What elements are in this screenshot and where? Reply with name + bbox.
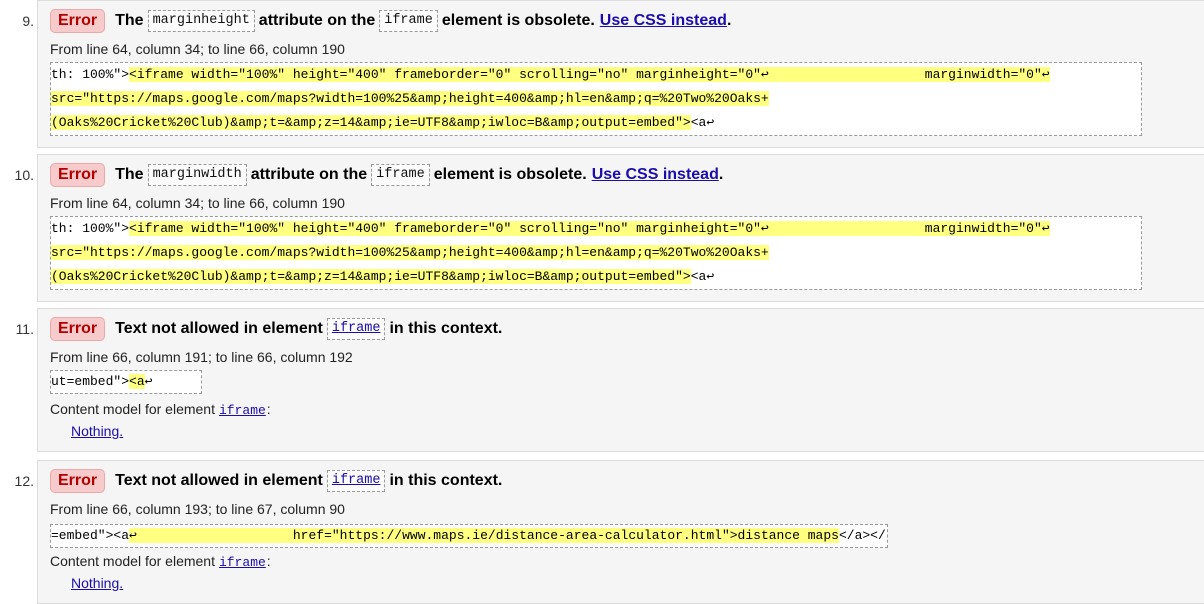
attribute-code: marginheight bbox=[147, 10, 255, 32]
use-css-link[interactable]: Use CSS instead bbox=[592, 163, 719, 187]
error-badge: Error bbox=[50, 9, 106, 33]
code-extract: ut=embed"><a↩ bbox=[50, 370, 202, 394]
error-badge: Error bbox=[50, 469, 106, 493]
error-number: 10. bbox=[14, 167, 34, 183]
error-item: 10. Error The marginwidth attribute on t… bbox=[0, 154, 1204, 302]
code-extract: th: 100%"><iframe width="100%" height="4… bbox=[50, 216, 1142, 290]
error-item: 12. Error Text not allowed in element if… bbox=[0, 460, 1204, 604]
error-message: Error The marginheight attribute on the … bbox=[50, 9, 731, 33]
nothing-link[interactable]: Nothing. bbox=[71, 574, 123, 592]
content-model: Content model for element iframe: bbox=[50, 401, 271, 418]
error-badge: Error bbox=[50, 163, 106, 187]
error-message: Error The marginwidth attribute on the i… bbox=[50, 163, 723, 187]
element-code: iframe bbox=[371, 164, 430, 186]
attribute-code: marginwidth bbox=[147, 164, 247, 186]
iframe-element-link[interactable]: iframe bbox=[326, 318, 386, 340]
error-message: Error Text not allowed in element iframe… bbox=[50, 317, 502, 341]
error-location: From line 66, column 191; to line 66, co… bbox=[50, 349, 353, 365]
iframe-element-link[interactable]: iframe bbox=[218, 403, 267, 418]
iframe-element-link[interactable]: iframe bbox=[326, 470, 386, 492]
error-item: 9. Error The marginheight attribute on t… bbox=[0, 0, 1204, 148]
error-number: 12. bbox=[14, 473, 34, 489]
error-badge: Error bbox=[50, 317, 106, 341]
error-location: From line 64, column 34; to line 66, col… bbox=[50, 195, 345, 211]
error-location: From line 66, column 193; to line 67, co… bbox=[50, 501, 345, 517]
content-model: Content model for element iframe: bbox=[50, 553, 271, 570]
error-number: 9. bbox=[22, 13, 34, 29]
error-item: 11. Error Text not allowed in element if… bbox=[0, 308, 1204, 452]
iframe-element-link[interactable]: iframe bbox=[218, 555, 267, 570]
element-code: iframe bbox=[379, 10, 438, 32]
code-extract: =embed"><a↩ href="https://www.maps.ie/di… bbox=[50, 524, 888, 548]
error-message: Error Text not allowed in element iframe… bbox=[50, 469, 502, 493]
use-css-link[interactable]: Use CSS instead bbox=[600, 9, 727, 33]
nothing-link[interactable]: Nothing. bbox=[71, 422, 123, 440]
validation-error-list: 9. Error The marginheight attribute on t… bbox=[0, 0, 1204, 604]
code-extract: th: 100%"><iframe width="100%" height="4… bbox=[50, 62, 1142, 136]
error-location: From line 64, column 34; to line 66, col… bbox=[50, 41, 345, 57]
error-number: 11. bbox=[15, 321, 34, 337]
